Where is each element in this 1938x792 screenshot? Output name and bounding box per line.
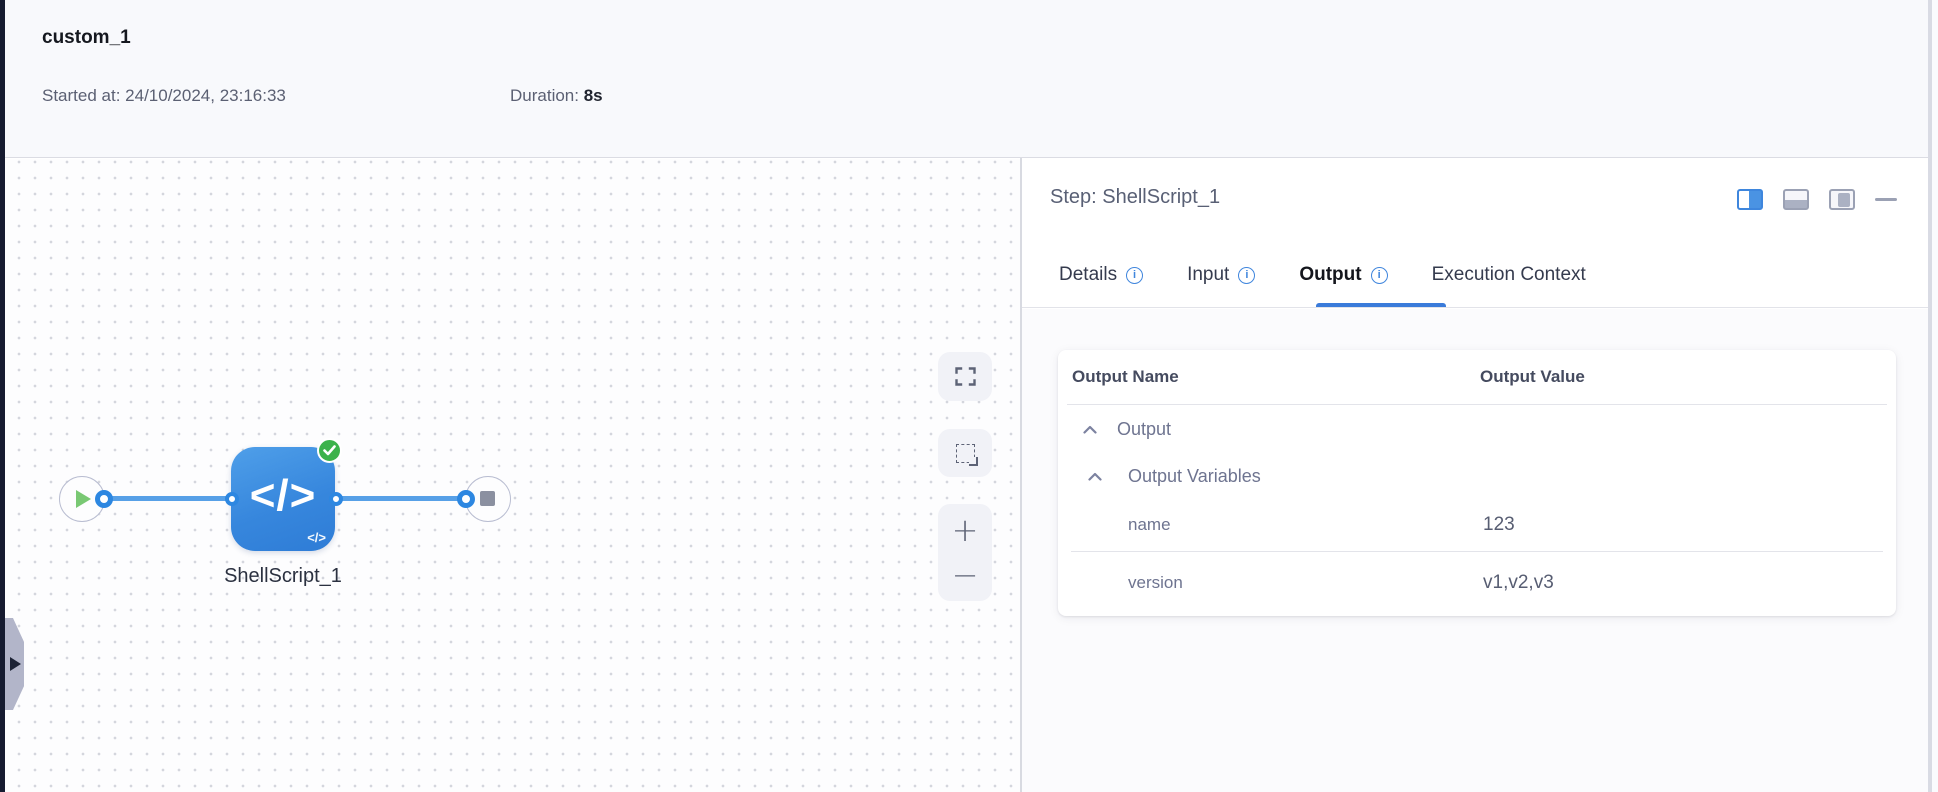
tab-output[interactable]: Output i (1299, 264, 1388, 286)
tab-output-label: Output (1299, 264, 1362, 285)
scrollbar-thumb[interactable] (1928, 0, 1932, 792)
group-row-output-label: Output (1117, 418, 1172, 439)
group-row-output-variables[interactable]: Output Variables (1058, 453, 1896, 499)
minimize-panel-icon[interactable] (1875, 198, 1897, 201)
run-title: custom_1 (42, 27, 131, 48)
step-input-port[interactable] (225, 492, 239, 506)
run-header: custom_1 Started at: 24/10/2024, 23:16:3… (5, 0, 1938, 158)
panel-layout-controls (1737, 189, 1897, 210)
split-right-layout-icon[interactable] (1737, 189, 1763, 210)
expand-arrow-icon (9, 657, 21, 671)
tab-details[interactable]: Details i (1059, 264, 1144, 286)
step-panel-title: Step: ShellScript_1 (1050, 186, 1221, 208)
output-value-cell: 123 (1483, 514, 1515, 535)
workflow-canvas[interactable]: </> </> ShellScript_1 + − (5, 159, 1021, 792)
started-at-text: Started at: 24/10/2024, 23:16:33 (42, 86, 286, 106)
output-tab-content: Output Name Output Value Output Output V… (1022, 309, 1928, 792)
stop-icon (480, 491, 495, 506)
chevron-up-icon (1088, 472, 1102, 481)
column-output-value: Output Value (1480, 367, 1585, 386)
box-select-button[interactable] (938, 429, 992, 477)
active-tab-underline (1316, 303, 1446, 307)
output-value-cell: v1,v2,v3 (1483, 572, 1554, 593)
collapsed-sidebar-strip (0, 0, 5, 792)
duration-label: Duration: (510, 86, 579, 105)
group-row-output-variables-label: Output Variables (1128, 465, 1261, 486)
code-watermark-icon: </> (307, 530, 326, 545)
fit-view-icon (954, 367, 976, 386)
table-row: version v1,v2,v3 (1058, 552, 1896, 614)
info-icon[interactable]: i (1238, 266, 1256, 284)
tab-input-label: Input (1187, 264, 1230, 285)
output-table-header: Output Name Output Value (1058, 350, 1896, 404)
zoom-out-button[interactable]: − (938, 553, 992, 597)
edge-start-to-step (95, 496, 236, 501)
box-select-icon (955, 443, 978, 466)
start-connector-handle[interactable] (95, 490, 113, 508)
group-row-output[interactable]: Output (1058, 405, 1896, 453)
zoom-in-button[interactable]: + (938, 508, 992, 552)
step-panel-tabs: Details i Input i Output i Execution Con… (1059, 256, 1586, 294)
step-panel: Step: ShellScript_1 Details i Input i Ou… (1022, 158, 1928, 792)
floating-panel-layout-icon[interactable] (1829, 189, 1855, 210)
duration-text: Duration: 8s (510, 86, 603, 106)
zoom-controls: + − (938, 504, 992, 601)
output-name-cell: name (1128, 515, 1171, 534)
output-name-cell: version (1128, 573, 1183, 592)
duration-value: 8s (583, 86, 603, 105)
tab-execution-context[interactable]: Execution Context (1432, 264, 1586, 286)
step-output-port[interactable] (329, 492, 343, 506)
success-check-icon (317, 438, 342, 463)
tab-input[interactable]: Input i (1187, 264, 1256, 286)
output-table-card: Output Name Output Value Output Output V… (1058, 350, 1896, 616)
column-output-name: Output Name (1072, 367, 1179, 386)
started-at-value: 24/10/2024, 23:16:33 (125, 86, 286, 105)
edge-step-to-end (330, 496, 471, 501)
info-icon[interactable]: i (1370, 266, 1388, 284)
code-icon: </> (249, 471, 317, 520)
fit-view-button[interactable] (938, 352, 992, 401)
tab-details-label: Details (1059, 264, 1118, 285)
started-at-label: Started at: (42, 86, 121, 105)
info-icon[interactable]: i (1126, 266, 1144, 284)
step-node-label: ShellScript_1 (224, 565, 342, 587)
end-connector-handle[interactable] (457, 490, 475, 508)
step-panel-header: Step: ShellScript_1 Details i Input i Ou… (1022, 158, 1928, 308)
workflow-run-page: custom_1 Started at: 24/10/2024, 23:16:3… (0, 0, 1938, 792)
step-node-shellscript[interactable]: </> </> (231, 438, 342, 551)
bottom-panel-layout-icon[interactable] (1783, 189, 1809, 210)
chevron-up-icon (1083, 425, 1097, 434)
scrollbar-track[interactable] (1928, 0, 1938, 792)
tab-execution-context-label: Execution Context (1431, 264, 1586, 285)
table-row: name 123 (1058, 499, 1896, 551)
play-icon (76, 490, 91, 508)
panel-divider[interactable] (1020, 158, 1022, 792)
